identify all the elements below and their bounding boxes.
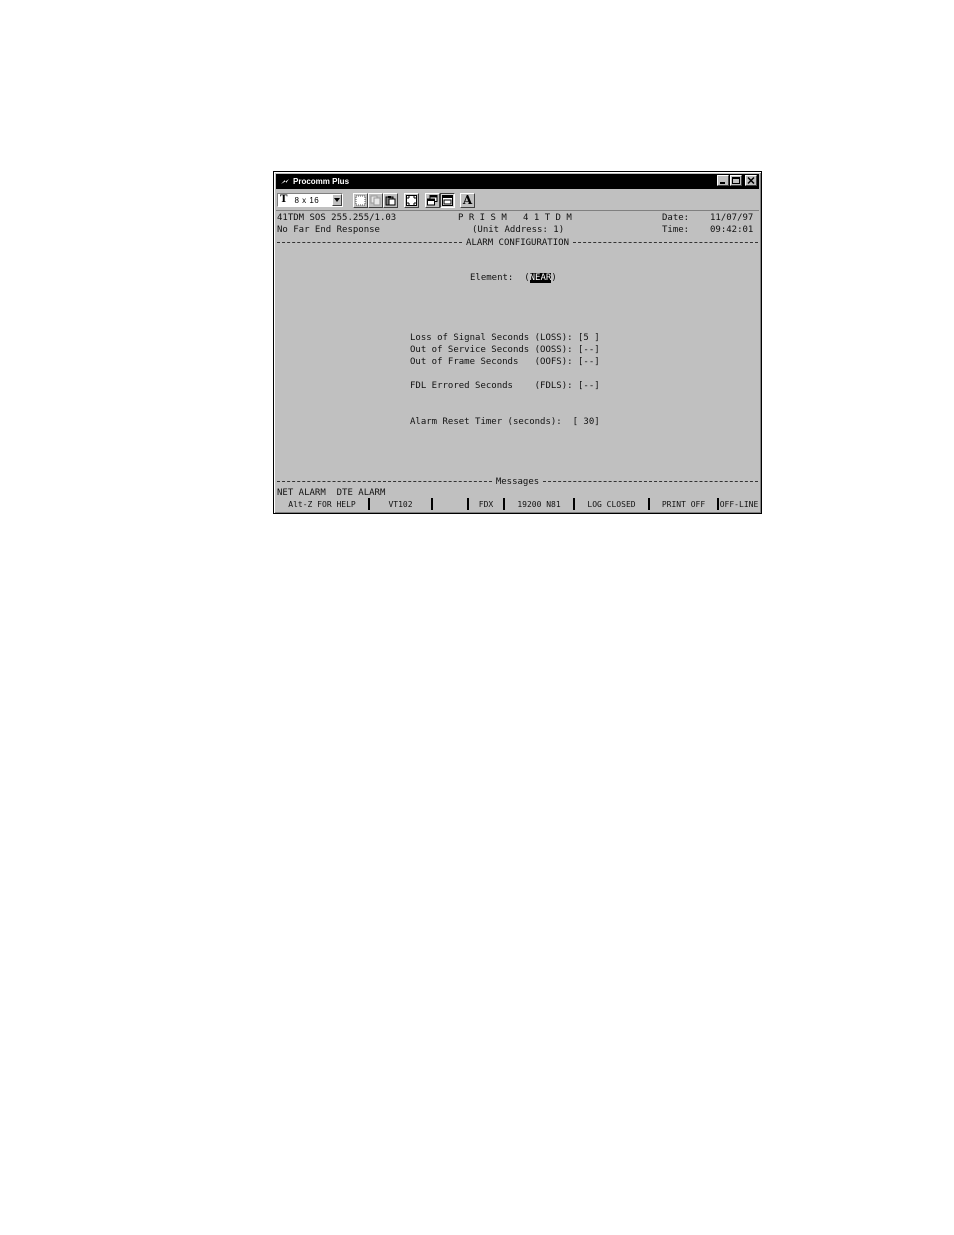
close-icon <box>747 177 755 184</box>
copy-button[interactable] <box>368 192 383 208</box>
window-button[interactable] <box>425 192 440 208</box>
status-blank <box>433 498 467 510</box>
field-loss-value[interactable]: [5 ] <box>578 333 600 343</box>
select-all-icon <box>355 195 366 205</box>
procomm-window: Procomm Plus T 8 x 16 A 41TDM SOS 255.25… <box>273 171 762 514</box>
status-emulation[interactable]: VT102 <box>370 498 431 510</box>
section-title: ALARM CONFIGURATION <box>466 237 569 248</box>
field-ooss-value[interactable]: [--] <box>578 345 600 355</box>
copy-icon <box>370 195 381 205</box>
messages-title: Messages <box>495 476 540 487</box>
date-value: 11/07/97 <box>710 213 754 223</box>
window-icon <box>427 194 438 205</box>
status-help[interactable]: Alt-Z FOR HELP <box>276 498 368 510</box>
header-left-1: 41TDM SOS 255.255/1.03 <box>277 213 397 223</box>
font-size-value: 8 x 16 <box>294 195 320 205</box>
alarm-reset-value[interactable]: [ 30] <box>573 417 600 427</box>
font-icon: A <box>462 193 473 207</box>
close-button[interactable] <box>745 175 757 186</box>
time-label: Time: <box>662 225 690 235</box>
header-center-2: (Unit Address: 1) <box>472 225 565 235</box>
font-t-icon: T <box>280 194 288 205</box>
alarm-reset-row: Alarm Reset Timer (seconds): [ 30] <box>410 417 600 428</box>
status-baud[interactable]: 19200 N81 <box>505 498 573 510</box>
chevron-down-icon[interactable] <box>332 194 342 206</box>
alarm-config-rule: ALARM CONFIGURATION <box>277 237 759 248</box>
field-ooss-label: Out of Service Seconds (OOSS): <box>410 345 573 355</box>
header-center-1: P R I S M 4 1 T D M <box>458 213 572 223</box>
terminal-window-icon <box>442 194 453 206</box>
toolbar: T 8 x 16 A <box>276 191 759 209</box>
maximize-icon <box>732 177 740 184</box>
status-bar: Alt-Z FOR HELP VT102 FDX 19200 N81 LOG C… <box>276 498 759 510</box>
field-loss: Loss of Signal Seconds (LOSS): [5 ] <box>410 333 600 344</box>
element-label: Element: <box>470 273 514 283</box>
element-row: Element: (NEAR) <box>470 273 557 284</box>
paste-button[interactable] <box>383 192 398 208</box>
element-open: ( <box>524 273 530 283</box>
font-button[interactable]: A <box>460 192 475 208</box>
field-oofs-label: Out of Frame Seconds (OOFS): <box>410 357 573 367</box>
field-fdls: FDL Errored Seconds (FDLS): [--] <box>410 381 600 392</box>
field-fdls-label: FDL Errored Seconds (FDLS): <box>410 381 573 391</box>
minimize-icon <box>720 182 725 184</box>
status-duplex[interactable]: FDX <box>469 498 503 510</box>
fullscreen-icon <box>406 194 417 206</box>
status-log[interactable]: LOG CLOSED <box>575 498 648 510</box>
field-ooss: Out of Service Seconds (OOSS): [--] <box>410 345 600 356</box>
title-bar[interactable]: Procomm Plus <box>276 174 759 189</box>
field-oofs-value[interactable]: [--] <box>578 357 600 367</box>
field-fdls-value[interactable]: [--] <box>578 381 600 391</box>
select-all-button[interactable] <box>353 192 368 208</box>
alarm-reset-label: Alarm Reset Timer (seconds): <box>410 417 562 427</box>
time-value: 09:42:01 <box>710 225 754 235</box>
element-close: ) <box>551 273 557 283</box>
header-left-2: No Far End Response <box>277 225 380 235</box>
element-value[interactable]: NEAR <box>529 273 552 283</box>
field-oofs: Out of Frame Seconds (OOFS): [--] <box>410 357 600 368</box>
date-label: Date: <box>662 213 690 223</box>
paste-icon <box>385 195 396 205</box>
minimize-button[interactable] <box>717 175 729 186</box>
font-size-select[interactable]: T 8 x 16 <box>277 193 343 207</box>
fullscreen-button[interactable] <box>404 192 419 208</box>
field-loss-label: Loss of Signal Seconds (LOSS): <box>410 333 573 343</box>
status-print[interactable]: PRINT OFF <box>650 498 717 510</box>
lightning-icon <box>279 177 290 186</box>
status-line[interactable]: OFF-LINE <box>719 498 759 510</box>
window-title: Procomm Plus <box>293 177 350 186</box>
messages-rule: Messages <box>277 476 759 487</box>
terminal-screen[interactable]: 41TDM SOS 255.255/1.03 P R I S M 4 1 T D… <box>276 210 759 498</box>
maximize-button[interactable] <box>730 175 742 186</box>
terminal-window-button[interactable] <box>440 192 455 208</box>
